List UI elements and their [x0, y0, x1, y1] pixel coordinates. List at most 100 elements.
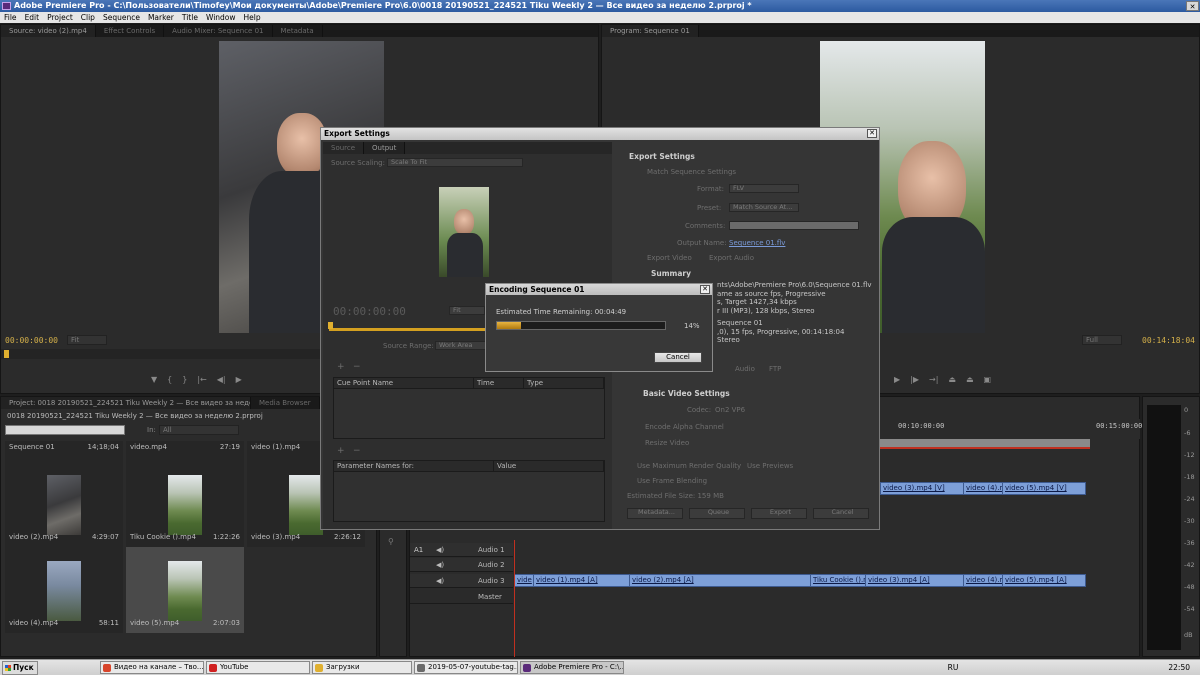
cue-points-grid[interactable]: Cue Point Name Time Type — [333, 377, 605, 439]
encode-alpha-checkbox[interactable]: Encode Alpha Channel — [645, 423, 724, 431]
timeline-clip[interactable]: vide — [514, 574, 534, 587]
menu-help[interactable]: Help — [244, 12, 261, 23]
tab-ftp[interactable]: FTP — [769, 365, 781, 373]
taskbar-item-image[interactable]: 2019-05-07-youtube-tag... — [414, 661, 518, 674]
tab-export-source[interactable]: Source — [323, 142, 365, 154]
tab-effect-controls[interactable]: Effect Controls — [96, 25, 165, 37]
mark-out-bracket-icon[interactable]: } — [182, 375, 187, 384]
timeline-clip[interactable]: video (2).mp4 [A] — [629, 574, 811, 587]
output-name-link[interactable]: Sequence 01.flv — [729, 239, 785, 247]
col-cue-name[interactable]: Cue Point Name — [334, 378, 474, 388]
project-search-input[interactable] — [5, 425, 125, 435]
extract-icon[interactable]: ⏏ — [966, 375, 974, 384]
col-time[interactable]: Time — [474, 378, 524, 388]
timeline-clip[interactable]: video (4).m — [963, 482, 1003, 495]
source-scaling-dropdown[interactable]: Scale To Fit — [387, 158, 523, 167]
source-fit-dropdown[interactable]: Fit — [67, 335, 107, 345]
program-goto-out-icon[interactable]: →| — [929, 375, 938, 384]
source-playhead[interactable] — [4, 350, 9, 358]
max-render-quality-checkbox[interactable]: Use Maximum Render Quality — [637, 462, 741, 470]
encoding-cancel-button[interactable]: Cancel — [654, 352, 702, 363]
zoom-tool-icon[interactable]: ⚲ — [388, 537, 394, 546]
format-dropdown[interactable]: FLV — [729, 184, 799, 193]
preset-dropdown[interactable]: Match Source At... — [729, 203, 799, 212]
tab-media-browser[interactable]: Media Browser — [251, 397, 320, 409]
mark-in-bracket-icon[interactable]: { — [167, 375, 172, 384]
timeline-clip[interactable]: video (3).mp4 [A] — [865, 574, 964, 587]
track-header-master[interactable]: Master — [410, 590, 513, 604]
col-parameter-names[interactable]: Parameter Names for: — [334, 461, 494, 471]
taskbar-item-premiere[interactable]: Adobe Premiere Pro - C:\... — [520, 661, 624, 674]
encoding-close-button[interactable]: ✕ — [700, 285, 710, 294]
parameters-grid[interactable]: Parameter Names for: Value — [333, 460, 605, 522]
timeline-clip[interactable]: video (3).mp4 [V] — [880, 482, 964, 495]
tab-audio[interactable]: Audio — [735, 365, 755, 373]
play-icon[interactable]: ▶ — [236, 375, 242, 384]
timeline-playhead[interactable] — [514, 540, 515, 657]
col-value[interactable]: Value — [494, 461, 604, 471]
program-fit-dropdown[interactable]: Full — [1082, 335, 1122, 345]
project-item-tiku-cookie[interactable]: Tiku Cookie ().mp4 1:22:26 — [126, 461, 244, 547]
timeline-clip[interactable]: video (5).mp4 [V] — [1002, 482, 1086, 495]
menu-marker[interactable]: Marker — [148, 12, 174, 23]
metadata-button[interactable]: Metadata... — [627, 508, 683, 519]
export-close-button[interactable]: ✕ — [867, 129, 877, 138]
taskbar-item-browser[interactable]: Видео на канале – Тво... — [100, 661, 204, 674]
track-header-audio-1[interactable]: A1 ◀) Audio 1 — [410, 543, 513, 557]
speaker-icon[interactable]: ◀) — [436, 543, 444, 557]
export-playhead[interactable] — [328, 322, 333, 329]
program-step-forward-icon[interactable]: |▶ — [910, 375, 919, 384]
project-item-video-4[interactable]: video (4).mp4 58:11 — [5, 547, 123, 633]
add-param-icon[interactable]: + — [337, 446, 345, 456]
start-button[interactable]: Пуск — [2, 660, 38, 675]
speaker-icon[interactable]: ◀) — [436, 558, 444, 572]
menu-file[interactable]: File — [4, 12, 17, 23]
menu-clip[interactable]: Clip — [81, 12, 95, 23]
tab-program[interactable]: Program: Sequence 01 — [602, 25, 699, 37]
resize-video-checkbox[interactable]: Resize Video — [645, 439, 689, 447]
program-play-icon[interactable]: ▶ — [894, 375, 900, 384]
frame-blending-checkbox[interactable]: Use Frame Blending — [637, 477, 707, 485]
menu-edit[interactable]: Edit — [25, 12, 40, 23]
export-video-checkbox[interactable]: Export Video — [647, 254, 692, 262]
track-header-audio-3[interactable]: ◀) Audio 3 — [410, 574, 513, 588]
timeline-clip[interactable]: video (4).m — [963, 574, 1003, 587]
export-timecode[interactable]: 00:00:00:00 — [333, 305, 406, 318]
project-item-video-2[interactable]: video (2).mp4 4:29:07 — [5, 461, 123, 547]
comments-input[interactable] — [729, 221, 859, 230]
project-item-video-5[interactable]: video (5).mp4 2:07:03 — [126, 547, 244, 633]
export-audio-checkbox[interactable]: Export Audio — [709, 254, 754, 262]
goto-in-icon[interactable]: |← — [197, 375, 206, 384]
mark-in-icon[interactable]: ▼ — [151, 375, 157, 384]
track-header-audio-2[interactable]: ◀) Audio 2 — [410, 558, 513, 572]
timeline-clip[interactable]: Tiku Cookie ().m — [810, 574, 866, 587]
menu-window[interactable]: Window — [206, 12, 236, 23]
language-indicator[interactable]: RU — [948, 663, 959, 672]
program-timecode[interactable]: 00:14:18:04 — [1142, 336, 1195, 345]
taskbar-item-downloads[interactable]: Загрузки — [312, 661, 412, 674]
in-filter-dropdown[interactable]: All — [159, 425, 239, 435]
export-cancel-button[interactable]: Cancel — [813, 508, 869, 519]
tab-audio-mixer[interactable]: Audio Mixer: Sequence 01 — [164, 25, 273, 37]
a1-source-patch[interactable]: A1 — [414, 543, 423, 557]
tab-export-output[interactable]: Output — [364, 142, 406, 154]
timeline-ruler[interactable]: 00:10:00:00 00:15:00:00 — [880, 419, 1142, 439]
lift-icon[interactable]: ⏏ — [948, 375, 956, 384]
tab-project[interactable]: Project: 0018 20190521_224521 Tiku Weekl… — [1, 397, 251, 409]
queue-button[interactable]: Queue — [689, 508, 745, 519]
remove-param-icon[interactable]: − — [353, 446, 361, 456]
source-timecode[interactable]: 00:00:00:00 — [5, 336, 58, 345]
use-previews-checkbox[interactable]: Use Previews — [747, 462, 793, 470]
system-clock[interactable]: 22:50 — [1168, 663, 1190, 672]
export-frame-icon[interactable]: ▣ — [984, 375, 992, 384]
remove-cue-icon[interactable]: − — [353, 362, 361, 372]
export-button[interactable]: Export — [751, 508, 807, 519]
tab-source[interactable]: Source: video (2).mp4 — [1, 25, 96, 37]
timeline-clip[interactable]: video (5).mp4 [A] — [1002, 574, 1086, 587]
export-fit-dropdown[interactable]: Fit — [449, 306, 485, 315]
speaker-icon[interactable]: ◀) — [436, 574, 444, 588]
menu-title[interactable]: Title — [182, 12, 198, 23]
menu-sequence[interactable]: Sequence — [103, 12, 140, 23]
match-sequence-checkbox[interactable]: Match Sequence Settings — [647, 168, 736, 176]
step-back-icon[interactable]: ◀| — [217, 375, 226, 384]
